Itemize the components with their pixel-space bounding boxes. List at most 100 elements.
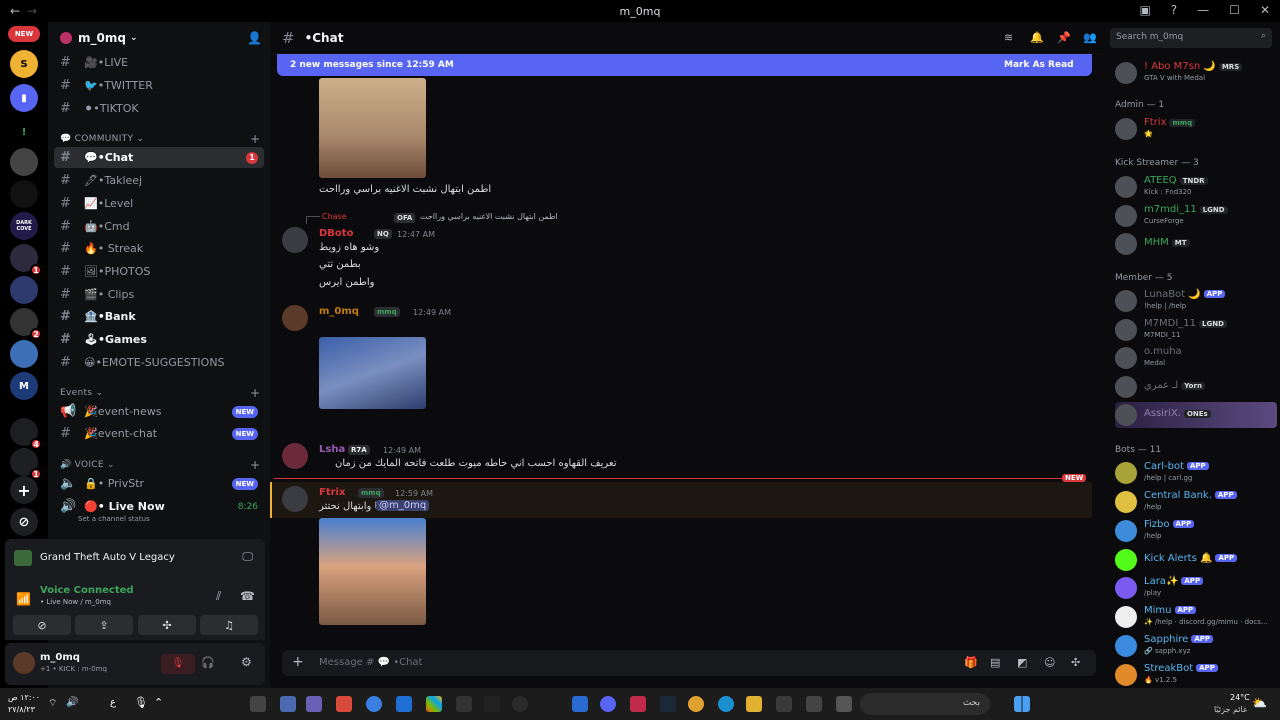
channel-item[interactable]: # 🎉 event-chat NEW: [54, 423, 264, 444]
server-icon[interactable]: [10, 276, 38, 304]
category-community[interactable]: 💬 COMMUNITY ⌄ +: [60, 132, 260, 146]
message-image[interactable]: [319, 337, 426, 409]
member-item[interactable]: Fizbo APP/help: [1115, 518, 1277, 544]
server-icon[interactable]: ▮: [10, 84, 38, 112]
add-member-icon[interactable]: 👤: [247, 31, 262, 45]
maximize-icon[interactable]: ☐: [1229, 3, 1240, 17]
server-header[interactable]: m_0mq ⌄ 👤: [48, 22, 270, 54]
channel-item[interactable]: # 🖊 •Takleej: [54, 170, 264, 191]
message-image[interactable]: [319, 78, 426, 178]
member-item[interactable]: m7mdi_11 LGND CurseForge: [1115, 203, 1277, 229]
server-icon[interactable]: 1: [10, 448, 42, 480]
message-author[interactable]: m_0mq: [319, 306, 359, 317]
discover-icon[interactable]: ⊘: [10, 508, 38, 536]
channel-item[interactable]: 📢 🎉 event-news NEW: [54, 401, 264, 422]
channel-item[interactable]: # ⚫ •TIKTOK: [54, 98, 264, 119]
member-item[interactable]: لـ عمري Yorn: [1115, 374, 1277, 400]
app-icon[interactable]: [630, 696, 646, 712]
network-icon[interactable]: ⌔: [48, 697, 57, 710]
category-voice[interactable]: 🔊 VOICE ⌄ +: [60, 458, 260, 472]
signal-icon[interactable]: 📶: [16, 592, 31, 606]
app-icon[interactable]: [776, 696, 792, 712]
app-icon[interactable]: [484, 696, 500, 712]
volume-icon[interactable]: 🔊: [66, 697, 78, 708]
channel-item[interactable]: # 📈 •Level: [54, 193, 264, 214]
app-icon[interactable]: [426, 696, 442, 712]
gift-icon[interactable]: 🎁: [964, 656, 978, 669]
app-icon[interactable]: [836, 696, 852, 712]
member-item[interactable]: Sapphire APP 🔗 sapph.xyz: [1115, 633, 1277, 659]
noise-suppression-icon[interactable]: ⫽: [216, 589, 221, 604]
disconnect-icon[interactable]: ☎: [240, 589, 255, 603]
app-icon[interactable]: [456, 696, 472, 712]
app-icon[interactable]: [396, 696, 412, 712]
member-item[interactable]: Lara✨ APP/play: [1115, 575, 1277, 601]
member-item[interactable]: ATEEQ TNDR Kick : Fnd320: [1115, 174, 1277, 200]
threads-icon[interactable]: ≋: [1004, 31, 1013, 44]
message-composer[interactable]: + Message # 💬 •Chat 🎁 ▤ ◩ ☺ ✣: [282, 650, 1096, 676]
channel-item[interactable]: # 🖼 •PHOTOS: [54, 261, 264, 282]
app-icon[interactable]: [572, 696, 588, 712]
apps-icon[interactable]: ✣: [1071, 656, 1080, 669]
activities-button[interactable]: ✣: [138, 615, 196, 635]
close-icon[interactable]: ✕: [1260, 3, 1270, 17]
server-folder-icon[interactable]: 4: [10, 418, 42, 450]
settings-gear-icon[interactable]: ⚙: [241, 655, 252, 669]
weather-desc[interactable]: غائم جزئيًا: [1214, 705, 1247, 714]
message-input[interactable]: Message # 💬 •Chat: [319, 657, 422, 668]
windows-start-icon[interactable]: [1014, 696, 1030, 712]
clock-time[interactable]: ١٢:٠٠ ص: [8, 693, 40, 702]
new-messages-bar[interactable]: 2 new messages since 12:59 AM Mark As Re…: [277, 54, 1092, 76]
member-item[interactable]: ! Abo M7sn 🌙 MRS GTA V with Medal: [1115, 60, 1277, 86]
message-image[interactable]: [319, 518, 426, 625]
camera-off-button[interactable]: ⊘: [13, 615, 71, 635]
discord-icon[interactable]: [600, 696, 616, 712]
server-icon[interactable]: [10, 340, 38, 368]
member-item[interactable]: Mimu APP ✨ /help · discord.gg/mimu · docs.…: [1115, 604, 1277, 630]
add-server-icon[interactable]: +: [10, 476, 38, 504]
app-icon[interactable]: [336, 696, 352, 712]
server-icon[interactable]: DARK COVE: [10, 212, 38, 240]
server-icon[interactable]: 2: [10, 308, 42, 340]
member-item[interactable]: MHM MT: [1115, 231, 1277, 257]
server-icon[interactable]: S: [10, 50, 38, 78]
server-icon[interactable]: 1: [10, 244, 42, 276]
channel-item-chat[interactable]: # 💬 •Chat 1: [54, 147, 264, 168]
member-item[interactable]: Central Bank. APP/help: [1115, 489, 1277, 515]
mute-icon[interactable]: 🎙: [161, 654, 195, 674]
server-icon[interactable]: !: [10, 118, 38, 146]
keyboard-language[interactable]: ع: [110, 697, 116, 708]
voice-channel-item[interactable]: 🔊 🔴 • Live Now 8:26: [54, 496, 264, 517]
message-author[interactable]: DBoto: [319, 228, 353, 239]
help-icon[interactable]: ?: [1171, 3, 1177, 17]
channel-item[interactable]: # 🤖 •Cmd: [54, 216, 264, 237]
avatar[interactable]: [282, 227, 308, 253]
edge-icon[interactable]: [718, 696, 734, 712]
member-item[interactable]: Kick Alerts 🔔 APP: [1115, 547, 1277, 573]
app-icon[interactable]: [250, 696, 266, 712]
file-explorer-icon[interactable]: [746, 696, 762, 712]
app-icon[interactable]: [280, 696, 296, 712]
steam-icon[interactable]: [660, 696, 676, 712]
server-icon[interactable]: [10, 148, 38, 176]
voice-channel-name[interactable]: • Live Now / m_0mq: [40, 598, 111, 606]
sticker-icon[interactable]: ◩: [1017, 656, 1027, 669]
app-icon[interactable]: [366, 696, 382, 712]
pin-icon[interactable]: 📌: [1057, 31, 1071, 44]
channel-item[interactable]: # 🎥 •LIVE: [54, 52, 264, 73]
server-icon[interactable]: M: [10, 372, 38, 400]
message-author[interactable]: Ftrix: [319, 487, 345, 498]
user-mention[interactable]: @m_0mq: [376, 500, 430, 511]
clock-date[interactable]: ٢٧/٨/٢٣: [8, 705, 35, 714]
member-item[interactable]: o.muha Medal: [1115, 345, 1277, 371]
avatar[interactable]: [13, 652, 35, 674]
voice-channel-item[interactable]: 🔈 🔒 • PrivStr NEW: [54, 473, 264, 494]
screen-share-button[interactable]: ⇪: [75, 615, 133, 635]
reply-user[interactable]: Chase: [322, 212, 347, 221]
emoji-icon[interactable]: ☺: [1044, 656, 1055, 669]
soundboard-button[interactable]: ♫: [200, 615, 258, 635]
taskbar-search[interactable]: بحث: [860, 693, 990, 715]
member-item[interactable]: LunaBot 🌙 APP !help | /help: [1115, 288, 1277, 314]
mark-as-read-button[interactable]: Mark As Read: [1004, 60, 1074, 70]
minimize-icon[interactable]: —: [1197, 3, 1209, 17]
